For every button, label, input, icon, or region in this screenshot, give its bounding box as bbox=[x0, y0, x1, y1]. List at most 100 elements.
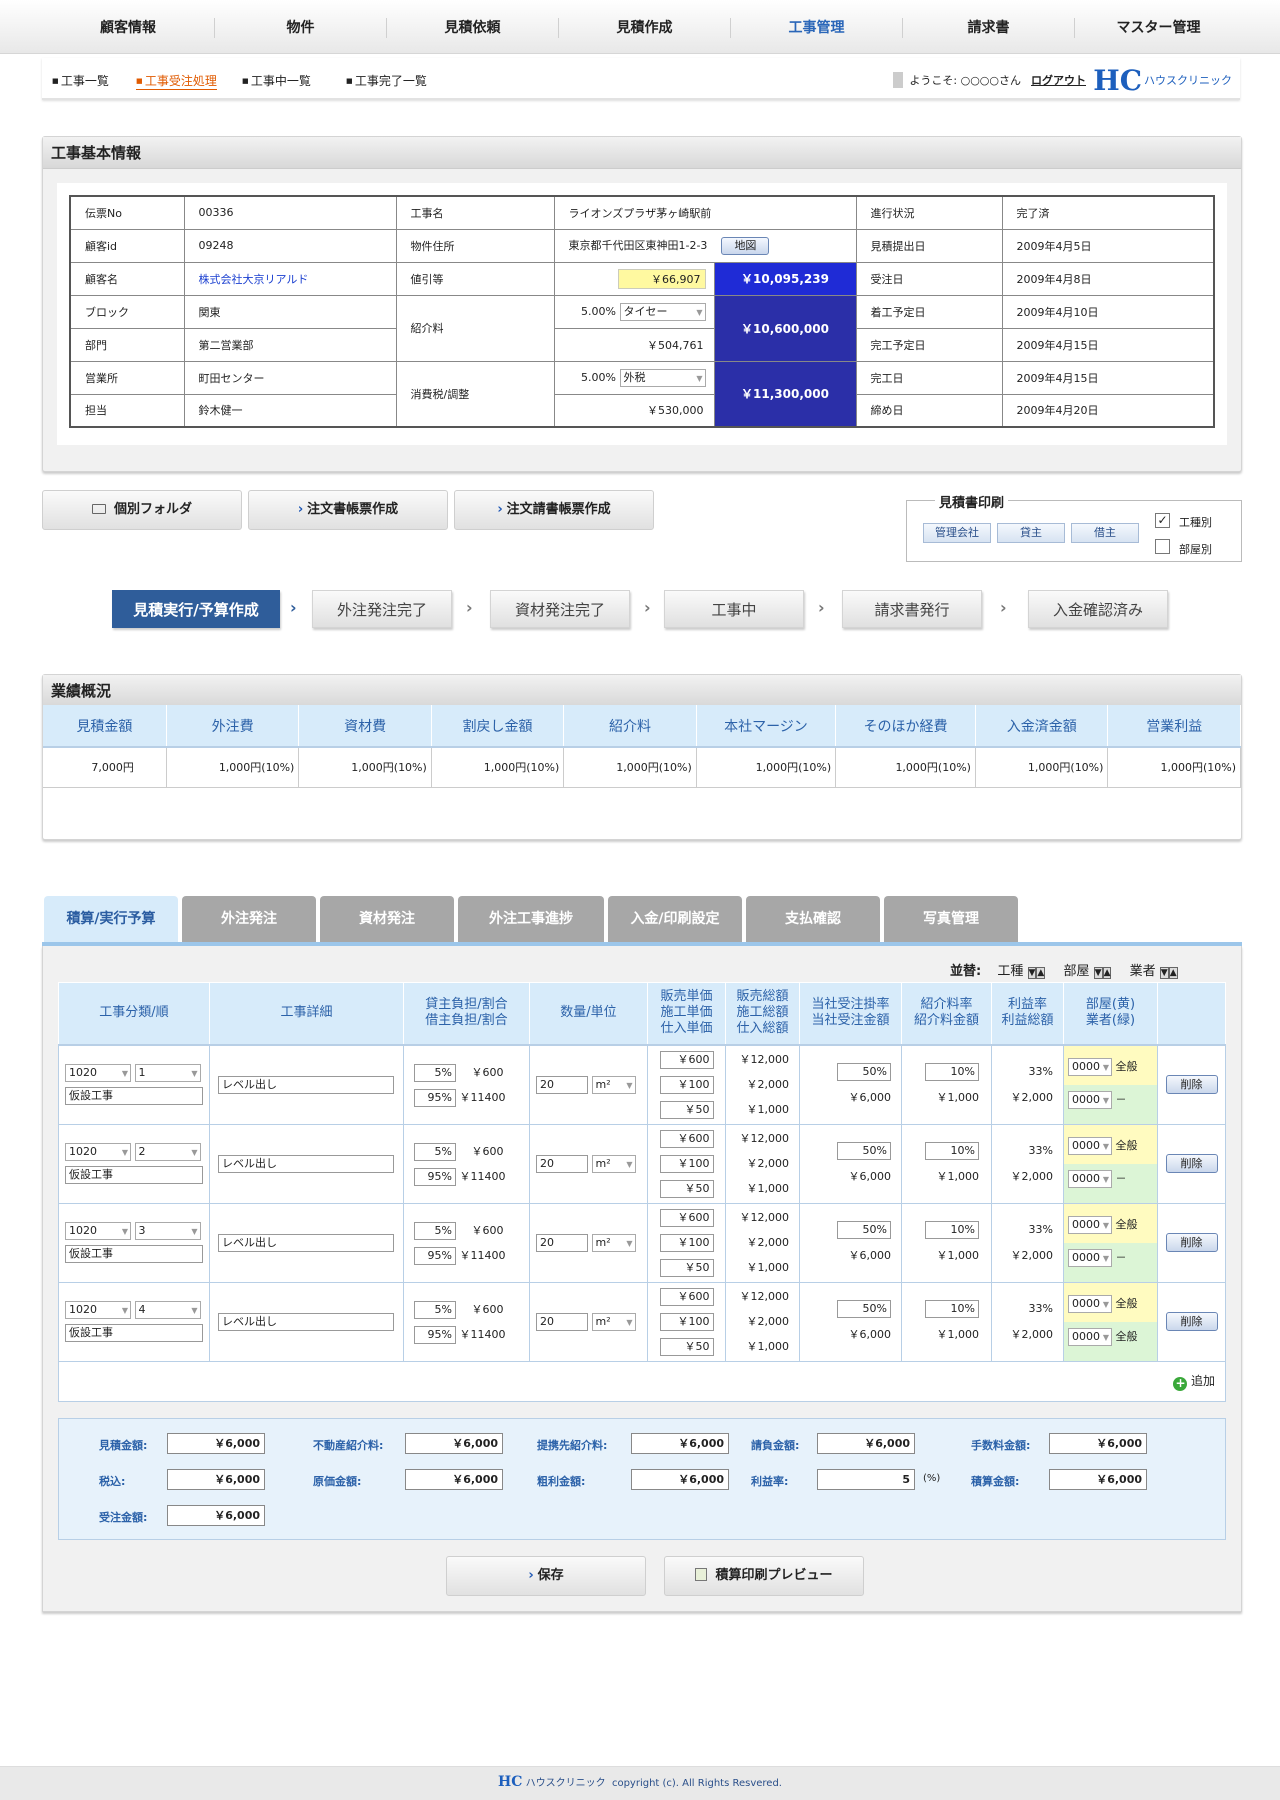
delete-button[interactable]: 削除 bbox=[1165, 1154, 1218, 1173]
kind-input[interactable]: 仮設工事 bbox=[65, 1087, 203, 1105]
sale-unit-input[interactable]: ￥600 bbox=[659, 1051, 714, 1069]
category-code-select[interactable]: 1020 bbox=[65, 1143, 131, 1161]
step-material[interactable]: 資材発注完了 bbox=[490, 590, 630, 628]
category-code-select[interactable]: 1020 bbox=[65, 1222, 131, 1240]
purchase-unit-input[interactable]: ￥50 bbox=[659, 1338, 714, 1356]
sort-up-icon[interactable]: ▲ bbox=[1168, 967, 1178, 979]
detail-input[interactable]: レベル出し bbox=[218, 1312, 394, 1331]
tab-material[interactable]: 資材発注 bbox=[320, 896, 454, 942]
purchase-unit-input[interactable]: ￥50 bbox=[659, 1180, 714, 1198]
category-code-select[interactable]: 1020 bbox=[65, 1064, 131, 1082]
add-row-button[interactable]: 追加 bbox=[1191, 1374, 1215, 1388]
sale-unit-input[interactable]: ￥600 bbox=[659, 1209, 714, 1227]
tab-estimate[interactable]: 積算/実行予算 bbox=[44, 896, 178, 942]
folder-button[interactable]: 個別フォルダ bbox=[42, 490, 242, 530]
order-select[interactable]: 2 bbox=[134, 1143, 201, 1161]
purchase-unit-input[interactable]: ￥50 bbox=[659, 1101, 714, 1119]
qty-input[interactable]: 20 bbox=[536, 1075, 588, 1094]
kind-input[interactable]: 仮設工事 bbox=[65, 1245, 203, 1263]
lessor-rate-input[interactable]: 5% bbox=[414, 1142, 456, 1161]
order-rate-input[interactable]: 50% bbox=[837, 1220, 891, 1239]
category-code-select[interactable]: 1020 bbox=[65, 1301, 131, 1319]
sort-down-icon[interactable]: ▼ bbox=[1159, 967, 1169, 979]
lessor-rate-input[interactable]: 5% bbox=[414, 1300, 456, 1319]
total-mitsumori-value[interactable]: ￥6,000 bbox=[167, 1433, 265, 1454]
referral-rate-input[interactable]: 10% bbox=[925, 1220, 979, 1239]
order-accept-doc-button[interactable]: › 注文請書帳票作成 bbox=[454, 490, 654, 530]
qty-input[interactable]: 20 bbox=[536, 1154, 588, 1173]
order-select[interactable]: 3 bbox=[134, 1222, 201, 1240]
detail-input[interactable]: レベル出し bbox=[218, 1233, 394, 1252]
order-select[interactable]: 1 bbox=[134, 1064, 201, 1082]
sort-down-icon[interactable]: ▼ bbox=[1093, 967, 1103, 979]
lessor-rate-input[interactable]: 5% bbox=[414, 1063, 456, 1082]
nav-construction[interactable]: 工事管理 bbox=[730, 18, 902, 38]
order-select[interactable]: 4 bbox=[134, 1301, 201, 1319]
qty-input[interactable]: 20 bbox=[536, 1312, 588, 1331]
total-genka-value[interactable]: ￥6,000 bbox=[405, 1469, 503, 1490]
delete-button[interactable]: 削除 bbox=[1165, 1075, 1218, 1094]
sale-unit-input[interactable]: ￥600 bbox=[659, 1130, 714, 1148]
save-button[interactable]: › 保存 bbox=[446, 1556, 646, 1596]
referral-rate-input[interactable]: 10% bbox=[925, 1141, 979, 1160]
total-sekisan-value[interactable]: ￥6,000 bbox=[1049, 1469, 1147, 1490]
sort-up-icon[interactable]: ▲ bbox=[1036, 967, 1046, 979]
kokyaku-name-link[interactable]: 株式会社大京リアルド bbox=[183, 261, 397, 296]
nav-estimate-request[interactable]: 見積依頼 bbox=[386, 18, 558, 38]
total-fudosan-value[interactable]: ￥6,000 bbox=[405, 1433, 503, 1454]
lessor-rate-input[interactable]: 5% bbox=[414, 1221, 456, 1240]
tab-payment-check[interactable]: 支払確認 bbox=[746, 896, 880, 942]
lessee-rate-input[interactable]: 95% bbox=[414, 1246, 456, 1265]
work-unit-input[interactable]: ￥100 bbox=[659, 1313, 714, 1331]
room-select[interactable]: 0000 bbox=[1068, 1136, 1112, 1155]
subnav-list[interactable]: 工事一覧 bbox=[52, 72, 109, 89]
delete-button[interactable]: 削除 bbox=[1165, 1312, 1218, 1331]
total-juchu-value[interactable]: ￥6,000 bbox=[167, 1505, 265, 1526]
purchase-unit-input[interactable]: ￥50 bbox=[659, 1259, 714, 1277]
checkbox-by-type[interactable]: ✓ bbox=[1155, 513, 1170, 528]
referral-rate-input[interactable]: 10% bbox=[925, 1299, 979, 1318]
tab-payment-print[interactable]: 入金/印刷設定 bbox=[608, 896, 742, 942]
nav-invoice[interactable]: 請求書 bbox=[902, 18, 1074, 38]
order-rate-input[interactable]: 50% bbox=[837, 1141, 891, 1160]
order-doc-button[interactable]: › 注文書帳票作成 bbox=[248, 490, 448, 530]
total-arari-value[interactable]: ￥6,000 bbox=[631, 1469, 729, 1490]
subnav-order-process[interactable]: 工事受注処理 bbox=[136, 72, 217, 90]
map-button[interactable]: 地図 bbox=[721, 236, 770, 255]
total-rieki-value[interactable]: 5 bbox=[817, 1469, 915, 1490]
vendor-select[interactable]: 0000 bbox=[1068, 1327, 1112, 1346]
sale-unit-input[interactable]: ￥600 bbox=[659, 1288, 714, 1306]
detail-input[interactable]: レベル出し bbox=[218, 1075, 394, 1094]
delete-button[interactable]: 削除 bbox=[1165, 1233, 1218, 1252]
room-select[interactable]: 0000 bbox=[1068, 1294, 1112, 1313]
nebiki-input[interactable]: ￥66,907 bbox=[617, 268, 706, 289]
subnav-completed[interactable]: 工事完了一覧 bbox=[346, 72, 427, 89]
total-tesuryo-value[interactable]: ￥6,000 bbox=[1049, 1433, 1147, 1454]
unit-select[interactable]: m² bbox=[591, 1233, 636, 1252]
total-teikei-value[interactable]: ￥6,000 bbox=[631, 1433, 729, 1454]
checkbox-by-room[interactable] bbox=[1155, 539, 1170, 554]
room-select[interactable]: 0000 bbox=[1068, 1215, 1112, 1234]
step-invoice[interactable]: 請求書発行 bbox=[842, 590, 982, 628]
print-lessor-button[interactable]: 貸主 bbox=[997, 523, 1065, 543]
kind-input[interactable]: 仮設工事 bbox=[65, 1166, 203, 1184]
vendor-select[interactable]: 0000 bbox=[1068, 1090, 1112, 1109]
total-ukeoi-value[interactable]: ￥6,000 bbox=[817, 1433, 915, 1454]
lessee-rate-input[interactable]: 95% bbox=[414, 1088, 456, 1107]
print-manager-button[interactable]: 管理会社 bbox=[923, 523, 991, 543]
plus-icon[interactable]: + bbox=[1173, 1376, 1188, 1391]
kind-input[interactable]: 仮設工事 bbox=[65, 1324, 203, 1342]
shokai-select[interactable]: タイセー bbox=[619, 302, 706, 321]
order-rate-input[interactable]: 50% bbox=[837, 1299, 891, 1318]
work-unit-input[interactable]: ￥100 bbox=[659, 1234, 714, 1252]
nav-master[interactable]: マスター管理 bbox=[1074, 18, 1242, 38]
step-construction[interactable]: 工事中 bbox=[664, 590, 804, 628]
detail-input[interactable]: レベル出し bbox=[218, 1154, 394, 1173]
vendor-select[interactable]: 0000 bbox=[1068, 1248, 1112, 1267]
step-payment[interactable]: 入金確認済み bbox=[1028, 590, 1168, 628]
subnav-in-progress[interactable]: 工事中一覧 bbox=[242, 72, 311, 89]
nav-property[interactable]: 物件 bbox=[214, 18, 386, 38]
referral-rate-input[interactable]: 10% bbox=[925, 1062, 979, 1081]
lessee-rate-input[interactable]: 95% bbox=[414, 1325, 456, 1344]
print-preview-button[interactable]: 積算印刷プレビュー bbox=[664, 1556, 864, 1596]
